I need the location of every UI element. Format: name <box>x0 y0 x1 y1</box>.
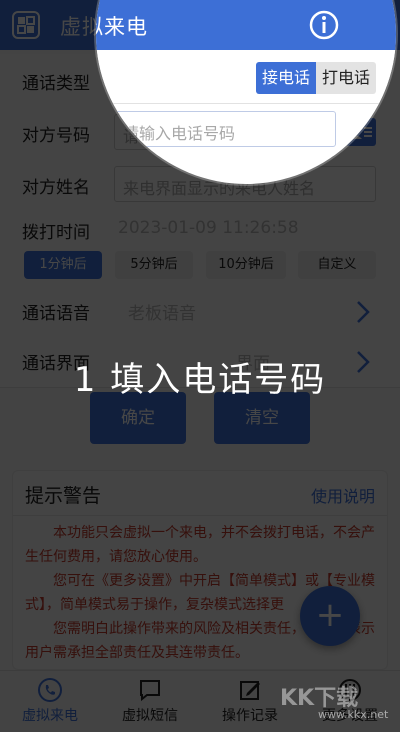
sms-icon <box>140 680 160 702</box>
option-dial-call[interactable]: 打电话 <box>316 62 376 94</box>
divider <box>13 515 387 516</box>
spotlight-call-type-row: 接电话 打电话 <box>96 50 396 104</box>
quick-time-1min[interactable]: 1分钟后 <box>24 251 102 279</box>
quick-time-5min[interactable]: 5分钟后 <box>115 251 193 279</box>
dial-time-label: 拨打时间 <box>22 223 90 243</box>
quick-time-custom[interactable]: 自定义 <box>298 251 376 279</box>
nav-label: 虚拟短信 <box>122 708 178 724</box>
chevron-right-icon <box>357 301 370 323</box>
app-logo-icon[interactable] <box>10 9 42 41</box>
phone-icon <box>38 678 62 702</box>
name-label: 对方姓名 <box>22 178 90 198</box>
tutorial-caption: 1 填入电话号码 <box>73 360 327 400</box>
spotlight-phone-row: 请输入电话号码 <box>96 104 396 156</box>
quick-time-10min[interactable]: 10分钟后 <box>206 251 286 279</box>
spotlight-title: 虚拟来电 <box>96 15 148 39</box>
warning-paragraph: 本功能只会虚拟一个来电，并不会拨打电话，不会产生任何费用，请您放心使用。 <box>25 525 375 565</box>
watermark-url: www.kkx.net <box>318 708 389 721</box>
voice-value: 老板语音 <box>128 304 196 324</box>
nav-item-virtual-sms[interactable]: 虚拟短信 <box>100 677 200 725</box>
dial-time-value[interactable]: 2023-01-09 11:26:58 <box>118 218 299 238</box>
warning-title: 提示警告 <box>25 485 102 507</box>
row-voice[interactable]: 通话语音 老板语音 <box>0 284 400 338</box>
nav-label: 虚拟来电 <box>22 708 78 724</box>
phone-label: 对方号码 <box>22 126 90 146</box>
call-type-label: 通话类型 <box>22 74 90 94</box>
edit-record-icon <box>240 681 260 700</box>
spotlight-header: 虚拟来电 <box>96 0 396 50</box>
phone-placeholder: 请输入电话号码 <box>123 124 236 143</box>
app-screen: 虚拟来电 通话类型 对方号码 请输入电话号码 <box>0 0 400 732</box>
add-fab-button[interactable]: + <box>300 586 360 646</box>
info-icon <box>309 10 339 40</box>
help-link[interactable]: 使用说明 <box>311 483 375 507</box>
nav-item-virtual-call[interactable]: 虚拟来电 <box>0 677 100 725</box>
voice-label: 通话语音 <box>22 304 90 324</box>
phone-input-highlight[interactable]: 请输入电话号码 <box>114 111 336 147</box>
option-receive-call[interactable]: 接电话 <box>256 62 316 94</box>
